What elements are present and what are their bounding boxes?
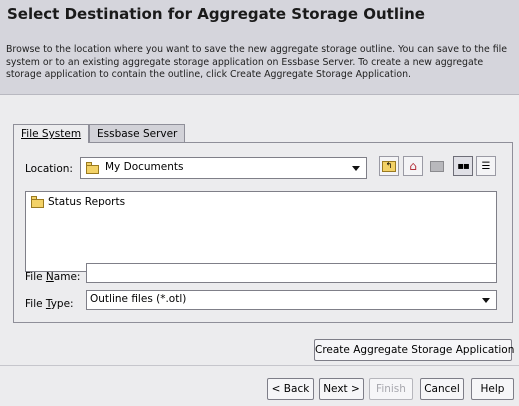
- back-button[interactable]: < Back: [267, 378, 314, 400]
- folder-icon: [86, 162, 99, 174]
- cancel-button[interactable]: Cancel: [420, 378, 464, 400]
- location-combo[interactable]: My Documents: [80, 157, 367, 179]
- new-folder-icon: [430, 160, 444, 172]
- file-list[interactable]: Status Reports: [25, 191, 497, 272]
- chevron-down-icon: [482, 298, 490, 303]
- next-button[interactable]: Next >: [319, 378, 364, 400]
- tab-file-system-label: File System: [21, 128, 82, 140]
- list-view-icon: ▪▪: [457, 161, 470, 172]
- dialog-title: Select Destination for Aggregate Storage…: [7, 5, 425, 23]
- list-item[interactable]: Status Reports: [28, 196, 228, 210]
- home-button[interactable]: ⌂: [403, 156, 423, 176]
- file-name-label: File Name:: [25, 271, 81, 283]
- dialog-header: Select Destination for Aggregate Storage…: [0, 0, 519, 32]
- file-name-input[interactable]: [86, 263, 497, 283]
- help-button[interactable]: Help: [471, 378, 514, 400]
- folder-icon: [31, 196, 44, 208]
- details-view-icon: ☰: [481, 161, 491, 172]
- details-view-button[interactable]: ☰: [476, 156, 496, 176]
- up-folder-icon: ↰: [382, 160, 396, 172]
- file-item-label: Status Reports: [48, 196, 126, 208]
- dialog-description-area: Browse to the location where you want to…: [0, 32, 519, 94]
- new-folder-button[interactable]: [427, 156, 447, 176]
- chevron-down-icon: [352, 166, 360, 171]
- tab-file-system[interactable]: File System: [13, 124, 90, 143]
- dialog-description: Browse to the location where you want to…: [6, 44, 508, 80]
- main-panel: File System Essbase Server Location: My …: [0, 94, 519, 366]
- location-value: My Documents: [105, 161, 184, 173]
- list-view-button[interactable]: ▪▪: [453, 156, 473, 176]
- location-label: Location:: [25, 163, 73, 175]
- tab-essbase-server[interactable]: Essbase Server: [89, 124, 186, 142]
- file-type-value: Outline files (*.otl): [90, 293, 187, 305]
- create-aggregate-storage-application-button[interactable]: Create Aggregate Storage Application: [314, 339, 514, 361]
- home-icon: ⌂: [409, 159, 417, 173]
- file-type-label: File Type:: [25, 298, 74, 310]
- finish-button[interactable]: Finish: [369, 378, 413, 400]
- dialog-footer: < Back Next > Finish Cancel Help: [0, 365, 519, 406]
- tab-essbase-server-label: Essbase Server: [97, 128, 178, 140]
- file-type-combo[interactable]: Outline files (*.otl): [86, 290, 497, 310]
- up-folder-button[interactable]: ↰: [379, 156, 399, 176]
